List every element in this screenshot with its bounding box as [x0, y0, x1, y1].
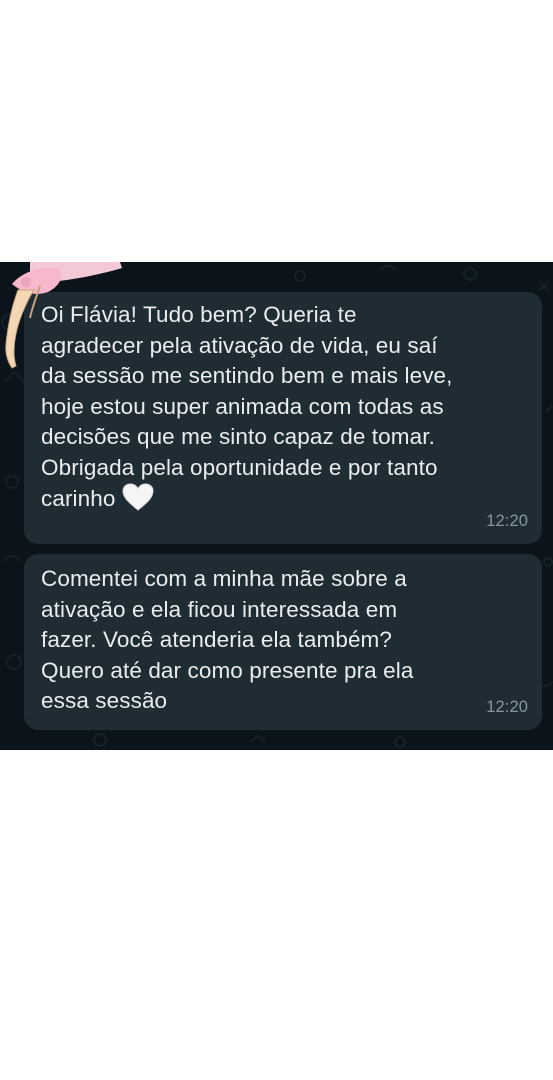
white-heart-icon [121, 483, 154, 511]
message-time-2: 12:20 [486, 697, 528, 716]
message-text-2: Comentei com a minha mãe sobre a ativaçã… [41, 566, 414, 713]
message-bubble-2[interactable]: Comentei com a minha mãe sobre a ativaçã… [24, 554, 542, 730]
chat-screen: Oi Flávia! Tudo bem? Queria te agradecer… [0, 262, 553, 750]
decorative-sticker [5, 262, 122, 369]
message-time-1: 12:20 [486, 511, 528, 530]
